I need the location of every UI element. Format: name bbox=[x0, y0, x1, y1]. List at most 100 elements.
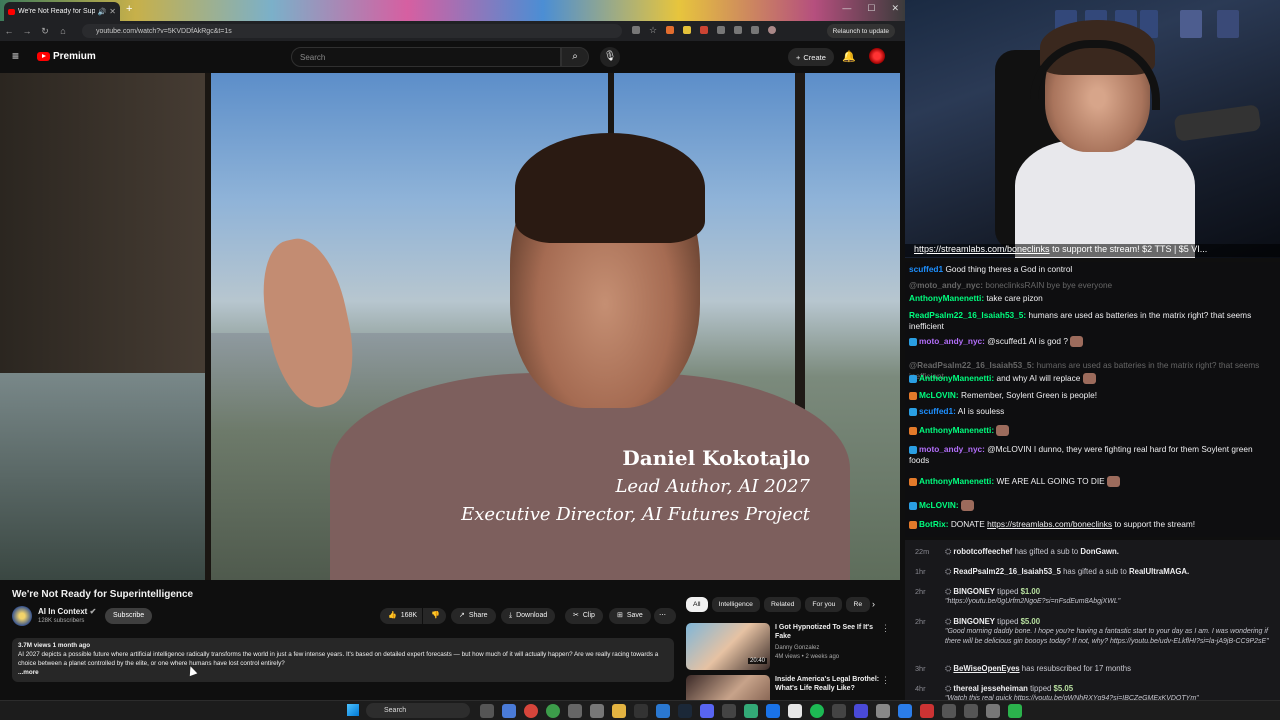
download-button[interactable]: ⤓ Download bbox=[501, 608, 556, 624]
chip-all[interactable]: All bbox=[686, 597, 708, 612]
like-button[interactable]: 👍 168K bbox=[380, 608, 422, 624]
discord-icon[interactable] bbox=[700, 704, 714, 718]
channel-avatar[interactable] bbox=[12, 606, 32, 626]
audio-icon[interactable]: 🔊 bbox=[98, 8, 107, 16]
event-user[interactable]: BINGONEY bbox=[953, 587, 995, 596]
app-icon[interactable] bbox=[656, 704, 670, 718]
search-input[interactable]: Search bbox=[291, 47, 561, 67]
chat-username[interactable]: scuffed1: bbox=[919, 406, 956, 416]
app-icon[interactable] bbox=[744, 704, 758, 718]
app-icon[interactable] bbox=[876, 704, 890, 718]
chrome-icon[interactable] bbox=[524, 704, 538, 718]
chat-username[interactable]: @ReadPsalm22_16_Isaiah53_5: bbox=[909, 360, 1034, 370]
app-icon[interactable] bbox=[854, 704, 868, 718]
folder-icon[interactable] bbox=[612, 704, 626, 718]
recommendation-item[interactable]: Inside America's Legal Brothel: What's L… bbox=[686, 675, 896, 700]
extension-icon[interactable] bbox=[666, 26, 674, 34]
chat-username[interactable]: AnthonyManenetti: bbox=[919, 425, 994, 435]
chat-username[interactable]: AnthonyManenetti: bbox=[919, 476, 994, 486]
tab-close-icon[interactable]: ✕ bbox=[109, 7, 116, 16]
forward-icon[interactable]: → bbox=[18, 26, 36, 36]
more-actions-button[interactable]: ⋯ bbox=[654, 608, 676, 624]
app-icon[interactable] bbox=[502, 704, 516, 718]
app-icon[interactable] bbox=[942, 704, 956, 718]
chip-for-you[interactable]: For you bbox=[805, 597, 843, 612]
chat-username[interactable]: BotRix: bbox=[919, 519, 949, 529]
minimize-icon[interactable]: — bbox=[842, 3, 851, 14]
share-button[interactable]: ↗ Share bbox=[451, 608, 496, 624]
chat-username[interactable]: moto_andy_nyc: bbox=[919, 336, 985, 346]
event-user[interactable]: BeWiseOpenEyes bbox=[953, 664, 1019, 673]
event-user[interactable]: ReadPsalm22_16_Isaiah53_5 bbox=[953, 567, 1061, 576]
cast-icon[interactable] bbox=[632, 26, 640, 34]
chat-username[interactable]: McLOVIN: bbox=[919, 500, 959, 510]
extension-icon[interactable] bbox=[717, 26, 725, 34]
chevron-right-icon[interactable]: › bbox=[872, 599, 875, 609]
spotify-icon[interactable] bbox=[810, 704, 824, 718]
extension-icon[interactable] bbox=[683, 26, 691, 34]
app-icon[interactable] bbox=[634, 704, 648, 718]
app-icon[interactable] bbox=[920, 704, 934, 718]
sidebar-icon[interactable] bbox=[751, 26, 759, 34]
app-icon[interactable] bbox=[964, 704, 978, 718]
chat-username[interactable]: ReadPsalm22_16_Isaiah53_5: bbox=[909, 310, 1026, 320]
create-button[interactable]: + Create bbox=[788, 48, 834, 66]
more-vert-icon[interactable]: ⋮ bbox=[881, 675, 890, 686]
close-window-icon[interactable]: ✕ bbox=[891, 3, 899, 14]
menu-icon[interactable]: ≡ bbox=[12, 50, 24, 62]
video-player[interactable]: Daniel Kokotajlo Lead Author, AI 2027 Ex… bbox=[0, 73, 900, 580]
subscribe-button[interactable]: Subscribe bbox=[105, 608, 153, 624]
chip-related[interactable]: Related bbox=[763, 597, 802, 612]
tab-youtube[interactable]: We're Not Ready for Superi 🔊 ✕ bbox=[4, 2, 120, 21]
chrome-icon[interactable] bbox=[546, 704, 560, 718]
youtube-logo[interactable]: Premium bbox=[37, 51, 96, 62]
recommendation-item[interactable]: 20:40 I Got Hypnotized To See If It's Fa… bbox=[686, 623, 896, 671]
more-link[interactable]: ...more bbox=[18, 668, 668, 677]
chat-username[interactable]: McLOVIN: bbox=[919, 390, 959, 400]
chip-recently[interactable]: Re bbox=[846, 597, 871, 612]
video-description[interactable]: 3.7M views 1 month ago AI 2027 depicts a… bbox=[12, 638, 674, 682]
account-avatar[interactable] bbox=[869, 48, 885, 64]
new-tab-button[interactable]: + bbox=[126, 3, 132, 15]
chip-intelligence[interactable]: Intelligence bbox=[711, 597, 760, 612]
event-user[interactable]: thereal jesseheiman bbox=[953, 684, 1028, 693]
task-view-icon[interactable] bbox=[480, 704, 494, 718]
chat-username[interactable]: AnthonyManenetti: bbox=[919, 373, 994, 383]
back-icon[interactable]: ← bbox=[0, 26, 18, 36]
save-button[interactable]: ⊞ Save bbox=[609, 608, 651, 624]
video-thumbnail[interactable] bbox=[686, 675, 770, 700]
notifications-bell-icon[interactable]: 🔔 bbox=[842, 50, 856, 63]
extension-icon[interactable] bbox=[700, 26, 708, 34]
chat-username[interactable]: scuffed1 bbox=[909, 264, 943, 274]
chat-username[interactable]: @moto_andy_nyc: bbox=[909, 280, 983, 290]
app-icon[interactable] bbox=[568, 704, 582, 718]
search-icon[interactable]: ⌕ bbox=[561, 47, 589, 67]
taskbar-search[interactable]: Search bbox=[366, 703, 470, 718]
steam-icon[interactable] bbox=[678, 704, 692, 718]
dislike-button[interactable]: 👎 bbox=[423, 608, 446, 624]
clip-button[interactable]: ✂ Clip bbox=[565, 608, 603, 624]
extension-icon[interactable] bbox=[734, 26, 742, 34]
reload-icon[interactable]: ↻ bbox=[36, 26, 54, 37]
app-icon[interactable] bbox=[1008, 704, 1022, 718]
url-field[interactable]: youtube.com/watch?v=5KVDDfAkRgc&t=1s bbox=[82, 24, 622, 38]
profile-icon[interactable] bbox=[768, 26, 776, 34]
app-icon[interactable] bbox=[788, 704, 802, 718]
event-target-user[interactable]: DonGawn. bbox=[1080, 547, 1119, 556]
app-icon[interactable] bbox=[722, 704, 736, 718]
chat-username[interactable]: AnthonyManenetti: bbox=[909, 293, 984, 303]
chat-username[interactable]: moto_andy_nyc: bbox=[919, 444, 985, 454]
app-icon[interactable] bbox=[898, 704, 912, 718]
app-icon[interactable] bbox=[986, 704, 1000, 718]
recommendation-title[interactable]: I Got Hypnotized To See If It's Fake bbox=[775, 623, 885, 641]
bookmark-star-icon[interactable]: ☆ bbox=[649, 26, 657, 35]
relaunch-button[interactable]: Relaunch to update bbox=[826, 24, 895, 38]
chat-link[interactable]: https://streamlabs.com/boneclinks bbox=[987, 519, 1112, 529]
recommendation-title[interactable]: Inside America's Legal Brothel: What's L… bbox=[775, 675, 885, 693]
microphone-icon[interactable]: 🎙 bbox=[600, 47, 620, 67]
app-icon[interactable] bbox=[766, 704, 780, 718]
maximize-icon[interactable]: ☐ bbox=[867, 3, 875, 14]
channel-name[interactable]: AI In Context ✔ bbox=[38, 607, 96, 616]
event-target-user[interactable]: RealUltraMAGA. bbox=[1129, 567, 1189, 576]
more-vert-icon[interactable]: ⋮ bbox=[881, 623, 890, 634]
